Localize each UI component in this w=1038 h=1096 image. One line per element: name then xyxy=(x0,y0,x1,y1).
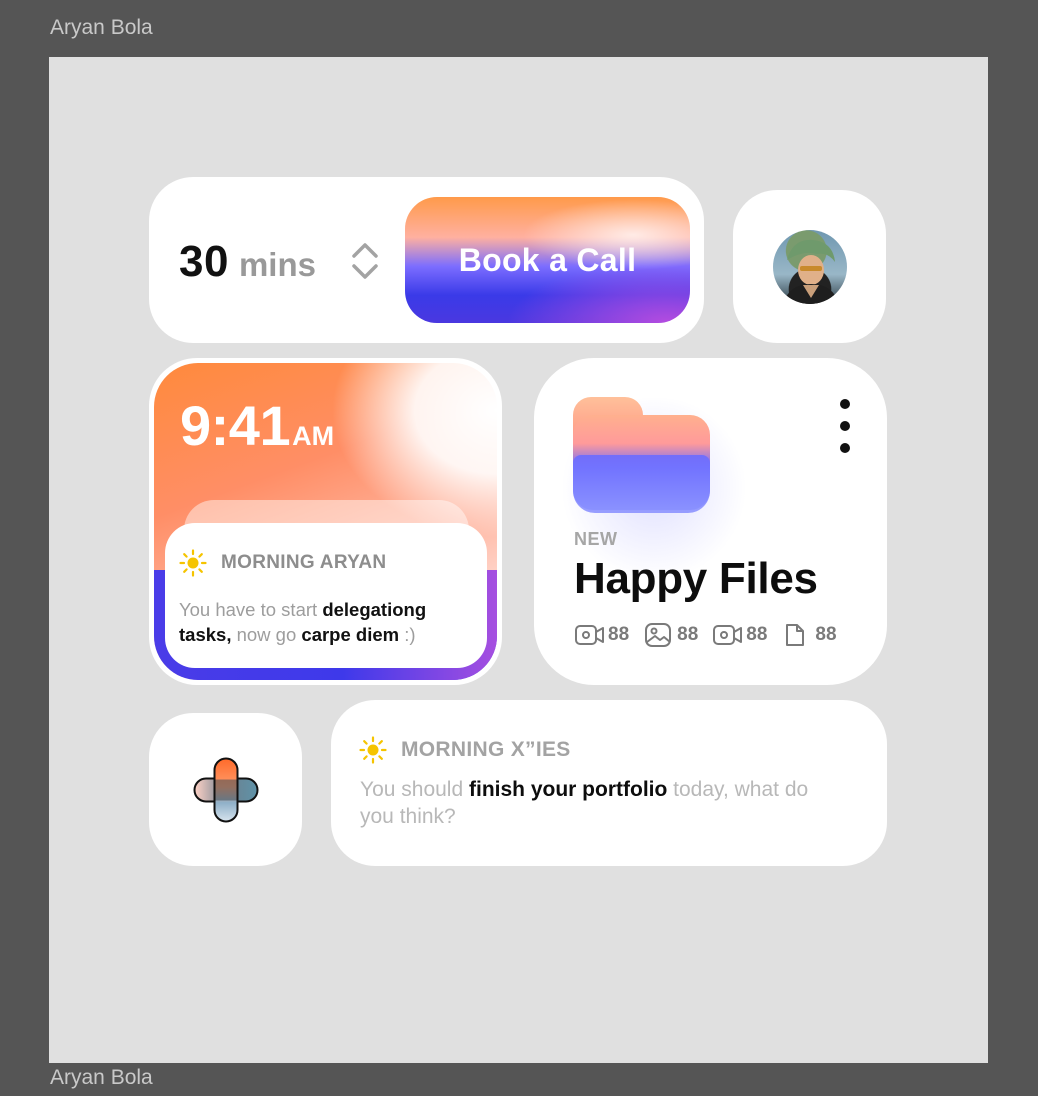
stat-images: 88 xyxy=(643,622,698,648)
image-icon xyxy=(645,623,672,647)
message-text: :) xyxy=(399,624,416,645)
stat-count: 88 xyxy=(815,624,837,645)
frame-label-top: Aryan Bola xyxy=(50,16,153,39)
morning-message-body: You have to start delegationg tasks, now… xyxy=(179,597,473,647)
stat-videos-2: 88 xyxy=(712,622,767,648)
chevron-up-icon[interactable] xyxy=(350,241,380,259)
plus-icon[interactable] xyxy=(193,757,259,823)
message-text: now go xyxy=(231,624,302,645)
note-title: MORNING X”IES xyxy=(401,738,571,761)
chevron-down-icon[interactable] xyxy=(350,263,380,281)
note-header: MORNING X”IES xyxy=(359,736,571,764)
profile-card xyxy=(733,190,886,343)
files-stats: 88 88 88 88 xyxy=(574,622,837,648)
video-icon xyxy=(713,625,743,645)
note-body: You should finish your portfolio today, … xyxy=(360,776,820,830)
document-icon xyxy=(786,624,805,646)
frame-label-bottom: Aryan Bola xyxy=(50,1066,153,1089)
book-call-button[interactable]: Book a Call xyxy=(405,197,690,323)
note-emphasis: finish your portfolio xyxy=(469,778,668,801)
more-options-icon[interactable] xyxy=(833,396,857,456)
clock-ampm: AM xyxy=(292,421,335,451)
duration-stepper[interactable] xyxy=(345,237,385,285)
message-text: You have to start xyxy=(179,599,323,620)
files-widget[interactable]: NEW Happy Files 88 88 88 88 xyxy=(534,358,887,685)
files-badge: NEW xyxy=(574,529,618,549)
avatar[interactable] xyxy=(773,230,847,304)
folder-icon xyxy=(573,397,710,515)
stat-count: 88 xyxy=(608,624,630,645)
clock-background: 9:41 AM MORNING ARYAN You have to start … xyxy=(154,363,497,680)
duration-unit: mins xyxy=(238,246,316,283)
video-icon xyxy=(575,625,604,645)
note-text: You should xyxy=(360,778,469,801)
sun-icon xyxy=(359,736,387,764)
book-call-label: Book a Call xyxy=(458,241,637,278)
morning-note-card[interactable]: MORNING X”IES You should finish your por… xyxy=(331,700,887,866)
morning-message-card[interactable]: MORNING ARYAN You have to start delegati… xyxy=(165,523,487,668)
message-emphasis: carpe diem xyxy=(301,624,400,645)
canvas: 30 mins Book a Call 9:41 AM MORNING ARYA… xyxy=(49,57,988,1063)
clock-time: 9:41 AM xyxy=(180,393,334,458)
add-card[interactable] xyxy=(149,713,302,866)
stat-videos: 88 xyxy=(574,622,629,648)
avatar-illustration xyxy=(783,239,839,304)
booking-card: 30 mins Book a Call xyxy=(149,177,704,343)
stat-count: 88 xyxy=(746,624,768,645)
files-title: Happy Files xyxy=(574,554,818,603)
clock-widget: 9:41 AM MORNING ARYAN You have to start … xyxy=(149,358,502,685)
stat-count: 88 xyxy=(677,624,699,645)
stat-documents: 88 xyxy=(781,622,837,648)
sun-icon xyxy=(179,549,207,577)
morning-message-title: MORNING ARYAN xyxy=(221,552,387,573)
clock-hours-minutes: 9:41 xyxy=(180,394,291,457)
duration-display: 30 mins xyxy=(179,237,316,287)
morning-message-header: MORNING ARYAN xyxy=(179,549,473,577)
duration-value: 30 xyxy=(179,237,229,286)
